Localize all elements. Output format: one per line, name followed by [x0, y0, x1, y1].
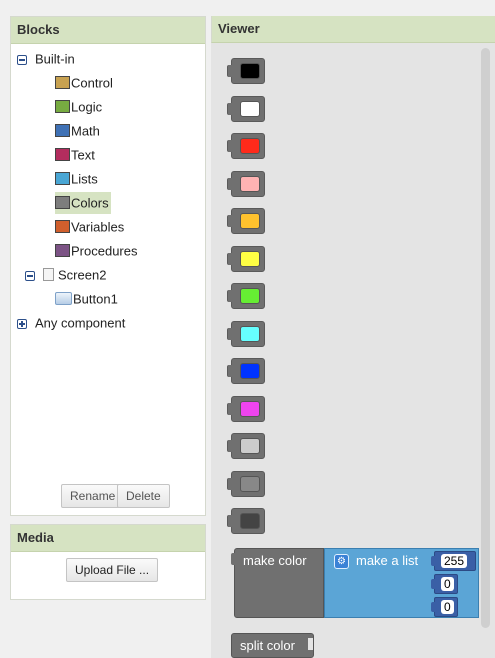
tree-item-logic[interactable]: Logic	[55, 96, 102, 118]
make-color-block[interactable]: make color ⚙ make a list 255 0 0	[231, 548, 479, 620]
color-swatch	[240, 213, 260, 229]
expand-icon[interactable]	[17, 318, 27, 329]
color-block[interactable]	[227, 470, 265, 497]
make-a-list-block[interactable]: ⚙ make a list 255 0 0	[324, 548, 479, 618]
color-block[interactable]	[227, 358, 265, 384]
variables-color-icon	[55, 220, 70, 233]
number-field[interactable]: 0	[441, 600, 454, 614]
color-swatch	[240, 100, 260, 117]
color-block[interactable]	[227, 245, 265, 272]
color-swatch	[240, 513, 260, 529]
procedures-color-icon	[55, 244, 70, 257]
upload-file-button[interactable]: Upload File ...	[66, 558, 159, 582]
collapse-icon[interactable]	[25, 270, 35, 281]
number-block[interactable]: 0	[431, 597, 458, 617]
number-block[interactable]: 255	[431, 551, 476, 571]
color-block[interactable]	[227, 208, 265, 234]
number-field[interactable]: 0	[441, 577, 454, 591]
rename-button[interactable]: Rename	[61, 484, 125, 508]
colors-color-icon	[55, 196, 70, 209]
tree-item-any-component[interactable]: Any component	[17, 312, 125, 334]
viewer-panel-title: Viewer	[211, 16, 495, 43]
media-panel-title: Media	[11, 525, 205, 552]
gear-icon[interactable]: ⚙	[334, 554, 349, 569]
color-block[interactable]	[227, 95, 265, 122]
tree-item-builtin[interactable]: Built-in	[17, 48, 75, 70]
tree-item-screen2[interactable]: Screen2	[25, 264, 106, 286]
color-swatch	[240, 138, 260, 154]
media-panel: Media Upload File ...	[10, 524, 206, 600]
tree-item-text[interactable]: Text	[55, 144, 95, 166]
delete-button[interactable]: Delete	[117, 484, 170, 508]
math-color-icon	[55, 124, 70, 137]
make-color-body[interactable]: make color	[231, 548, 324, 618]
collapse-icon[interactable]	[17, 54, 27, 65]
tree-item-colors[interactable]: Colors	[55, 192, 111, 214]
tree-item-lists[interactable]: Lists	[55, 168, 98, 190]
number-field[interactable]: 255	[441, 554, 468, 568]
color-block[interactable]	[227, 133, 265, 159]
control-color-icon	[55, 76, 70, 89]
color-swatch	[240, 400, 260, 417]
color-swatch	[240, 250, 260, 267]
viewer-scrollbar[interactable]	[481, 48, 490, 628]
color-swatch	[240, 475, 260, 492]
tree-item-button1[interactable]: Button1	[55, 288, 118, 310]
color-block[interactable]	[227, 283, 265, 309]
tree-item-control[interactable]: Control	[55, 72, 113, 94]
viewer-panel[interactable]: Viewer make color ⚙ make a list 255 0 0 …	[211, 16, 495, 658]
color-swatch	[240, 438, 260, 454]
make-a-list-label: make a list	[356, 553, 419, 568]
blocks-panel-title: Blocks	[11, 17, 205, 44]
tree-item-variables[interactable]: Variables	[55, 216, 124, 238]
color-block[interactable]	[227, 58, 265, 84]
split-color-block[interactable]: split color	[231, 633, 314, 658]
color-swatch	[240, 325, 260, 342]
color-block[interactable]	[227, 433, 265, 459]
split-color-label: split color	[240, 638, 295, 653]
lists-color-icon	[55, 172, 70, 185]
screen-icon	[43, 268, 54, 281]
color-block[interactable]	[227, 320, 265, 347]
color-swatch	[240, 288, 260, 304]
color-swatch	[240, 363, 260, 379]
color-block[interactable]	[227, 170, 265, 197]
color-swatch	[240, 175, 260, 192]
color-swatch	[240, 63, 260, 79]
button-component-icon	[55, 292, 72, 305]
number-block[interactable]: 0	[431, 574, 458, 594]
tree-item-math[interactable]: Math	[55, 120, 100, 142]
tree-item-procedures[interactable]: Procedures	[55, 240, 137, 262]
color-block[interactable]	[227, 508, 265, 534]
blocks-panel: Blocks Built-in Control Logic Math Text …	[10, 16, 206, 516]
make-color-label: make color	[243, 553, 307, 568]
logic-color-icon	[55, 100, 70, 113]
text-color-icon	[55, 148, 70, 161]
color-block[interactable]	[227, 395, 265, 422]
